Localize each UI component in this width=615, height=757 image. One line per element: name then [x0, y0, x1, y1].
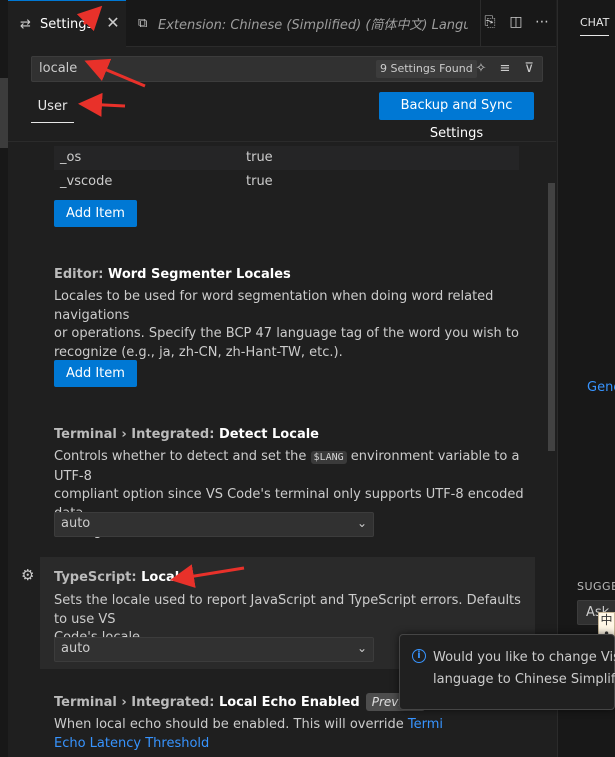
setting-title-local-echo: Terminal › Integrated: Local Echo Enable… — [54, 693, 425, 711]
setting-link: Echo Latency Threshold — [54, 735, 210, 751]
scrollbar-thumb[interactable] — [548, 183, 555, 451]
table-row: _os true — [54, 146, 519, 170]
search-actions: ✧ ≡ ⊽ — [472, 60, 538, 78]
chevron-down-icon: ⌄ — [356, 641, 367, 655]
scroll-marker — [0, 78, 8, 148]
activity-bar-edge — [0, 0, 8, 757]
search-value: locale — [39, 61, 78, 76]
settings-search-input[interactable]: locale 9 Settings Found ✧ ≡ ⊽ — [31, 56, 543, 82]
sparkle-icon[interactable]: ✧ — [472, 60, 490, 78]
row-key: _os — [60, 150, 82, 165]
clear-filter-icon[interactable]: ≡ — [496, 60, 514, 78]
setting-title-typescript-locale: TypeScript: Locale — [54, 570, 189, 585]
backup-sync-button[interactable]: Backup and Sync Settings — [379, 92, 534, 141]
setting-description: When local echo should be enabled. This … — [54, 716, 524, 753]
table-row: _vscode true — [54, 170, 519, 194]
add-item-button[interactable]: Add Item — [54, 360, 137, 387]
row-value: true — [246, 174, 273, 189]
add-item-button[interactable]: Add Item — [54, 200, 137, 227]
tab-user-scope[interactable]: User — [31, 93, 74, 123]
extension-icon: ⧉ — [138, 16, 148, 31]
tab-extension-chinese[interactable]: ⧉ Extension: Chinese (Simplified) (简体中文)… — [126, 0, 481, 47]
row-value: true — [246, 150, 273, 165]
gear-icon[interactable]: ⚙ — [21, 567, 37, 583]
row-key: _vscode — [60, 174, 113, 189]
results-count-badge: 9 Settings Found — [376, 60, 477, 78]
setting-link: Termi — [407, 717, 444, 732]
filter-icon[interactable]: ⊽ — [520, 60, 538, 78]
detect-locale-select[interactable]: auto ⌄ — [54, 512, 374, 537]
chevron-down-icon: ⌄ — [356, 516, 367, 530]
tab-settings-label: Settings — [40, 16, 94, 32]
tab-extension-label: Extension: Chinese (Simplified) (简体中文) L… — [158, 18, 468, 33]
close-icon[interactable]: ✕ — [105, 15, 121, 31]
tab-chat[interactable]: CHAT — [580, 16, 610, 36]
split-editor-icon[interactable]: ◫ — [508, 14, 524, 30]
setting-title-word-segmenter: Editor: Word Segmenter Locales — [54, 267, 291, 282]
open-settings-json-icon[interactable]: ⎘ — [482, 14, 498, 30]
settings-header: locale 9 Settings Found ✧ ≡ ⊽ User Backu… — [8, 47, 556, 142]
setting-description: Locales to be used for word segmentation… — [54, 289, 519, 360]
typescript-locale-select[interactable]: auto ⌄ — [54, 637, 374, 662]
editor-tab-bar: ⇄ Settings ✕ ⧉ Extension: Chinese (Simpl… — [8, 0, 556, 47]
notification-message: Would you like to change Visu language t… — [433, 650, 615, 687]
tab-settings[interactable]: ⇄ Settings ✕ — [8, 0, 126, 47]
info-icon: i — [412, 649, 426, 663]
lang-code: $LANG — [310, 451, 347, 464]
more-actions-icon[interactable]: ⋯ — [534, 14, 550, 30]
chat-link[interactable]: Gene — [587, 380, 615, 395]
language-change-notification[interactable]: i Would you like to change Visu language… — [399, 634, 615, 710]
suggested-label: SUGGES — [577, 580, 615, 593]
setting-title-detect-locale: Terminal › Integrated: Detect Locale — [54, 427, 319, 442]
editor-actions: ⎘ ◫ ⋯ — [482, 14, 550, 30]
settings-sliders-icon: ⇄ — [20, 16, 31, 32]
